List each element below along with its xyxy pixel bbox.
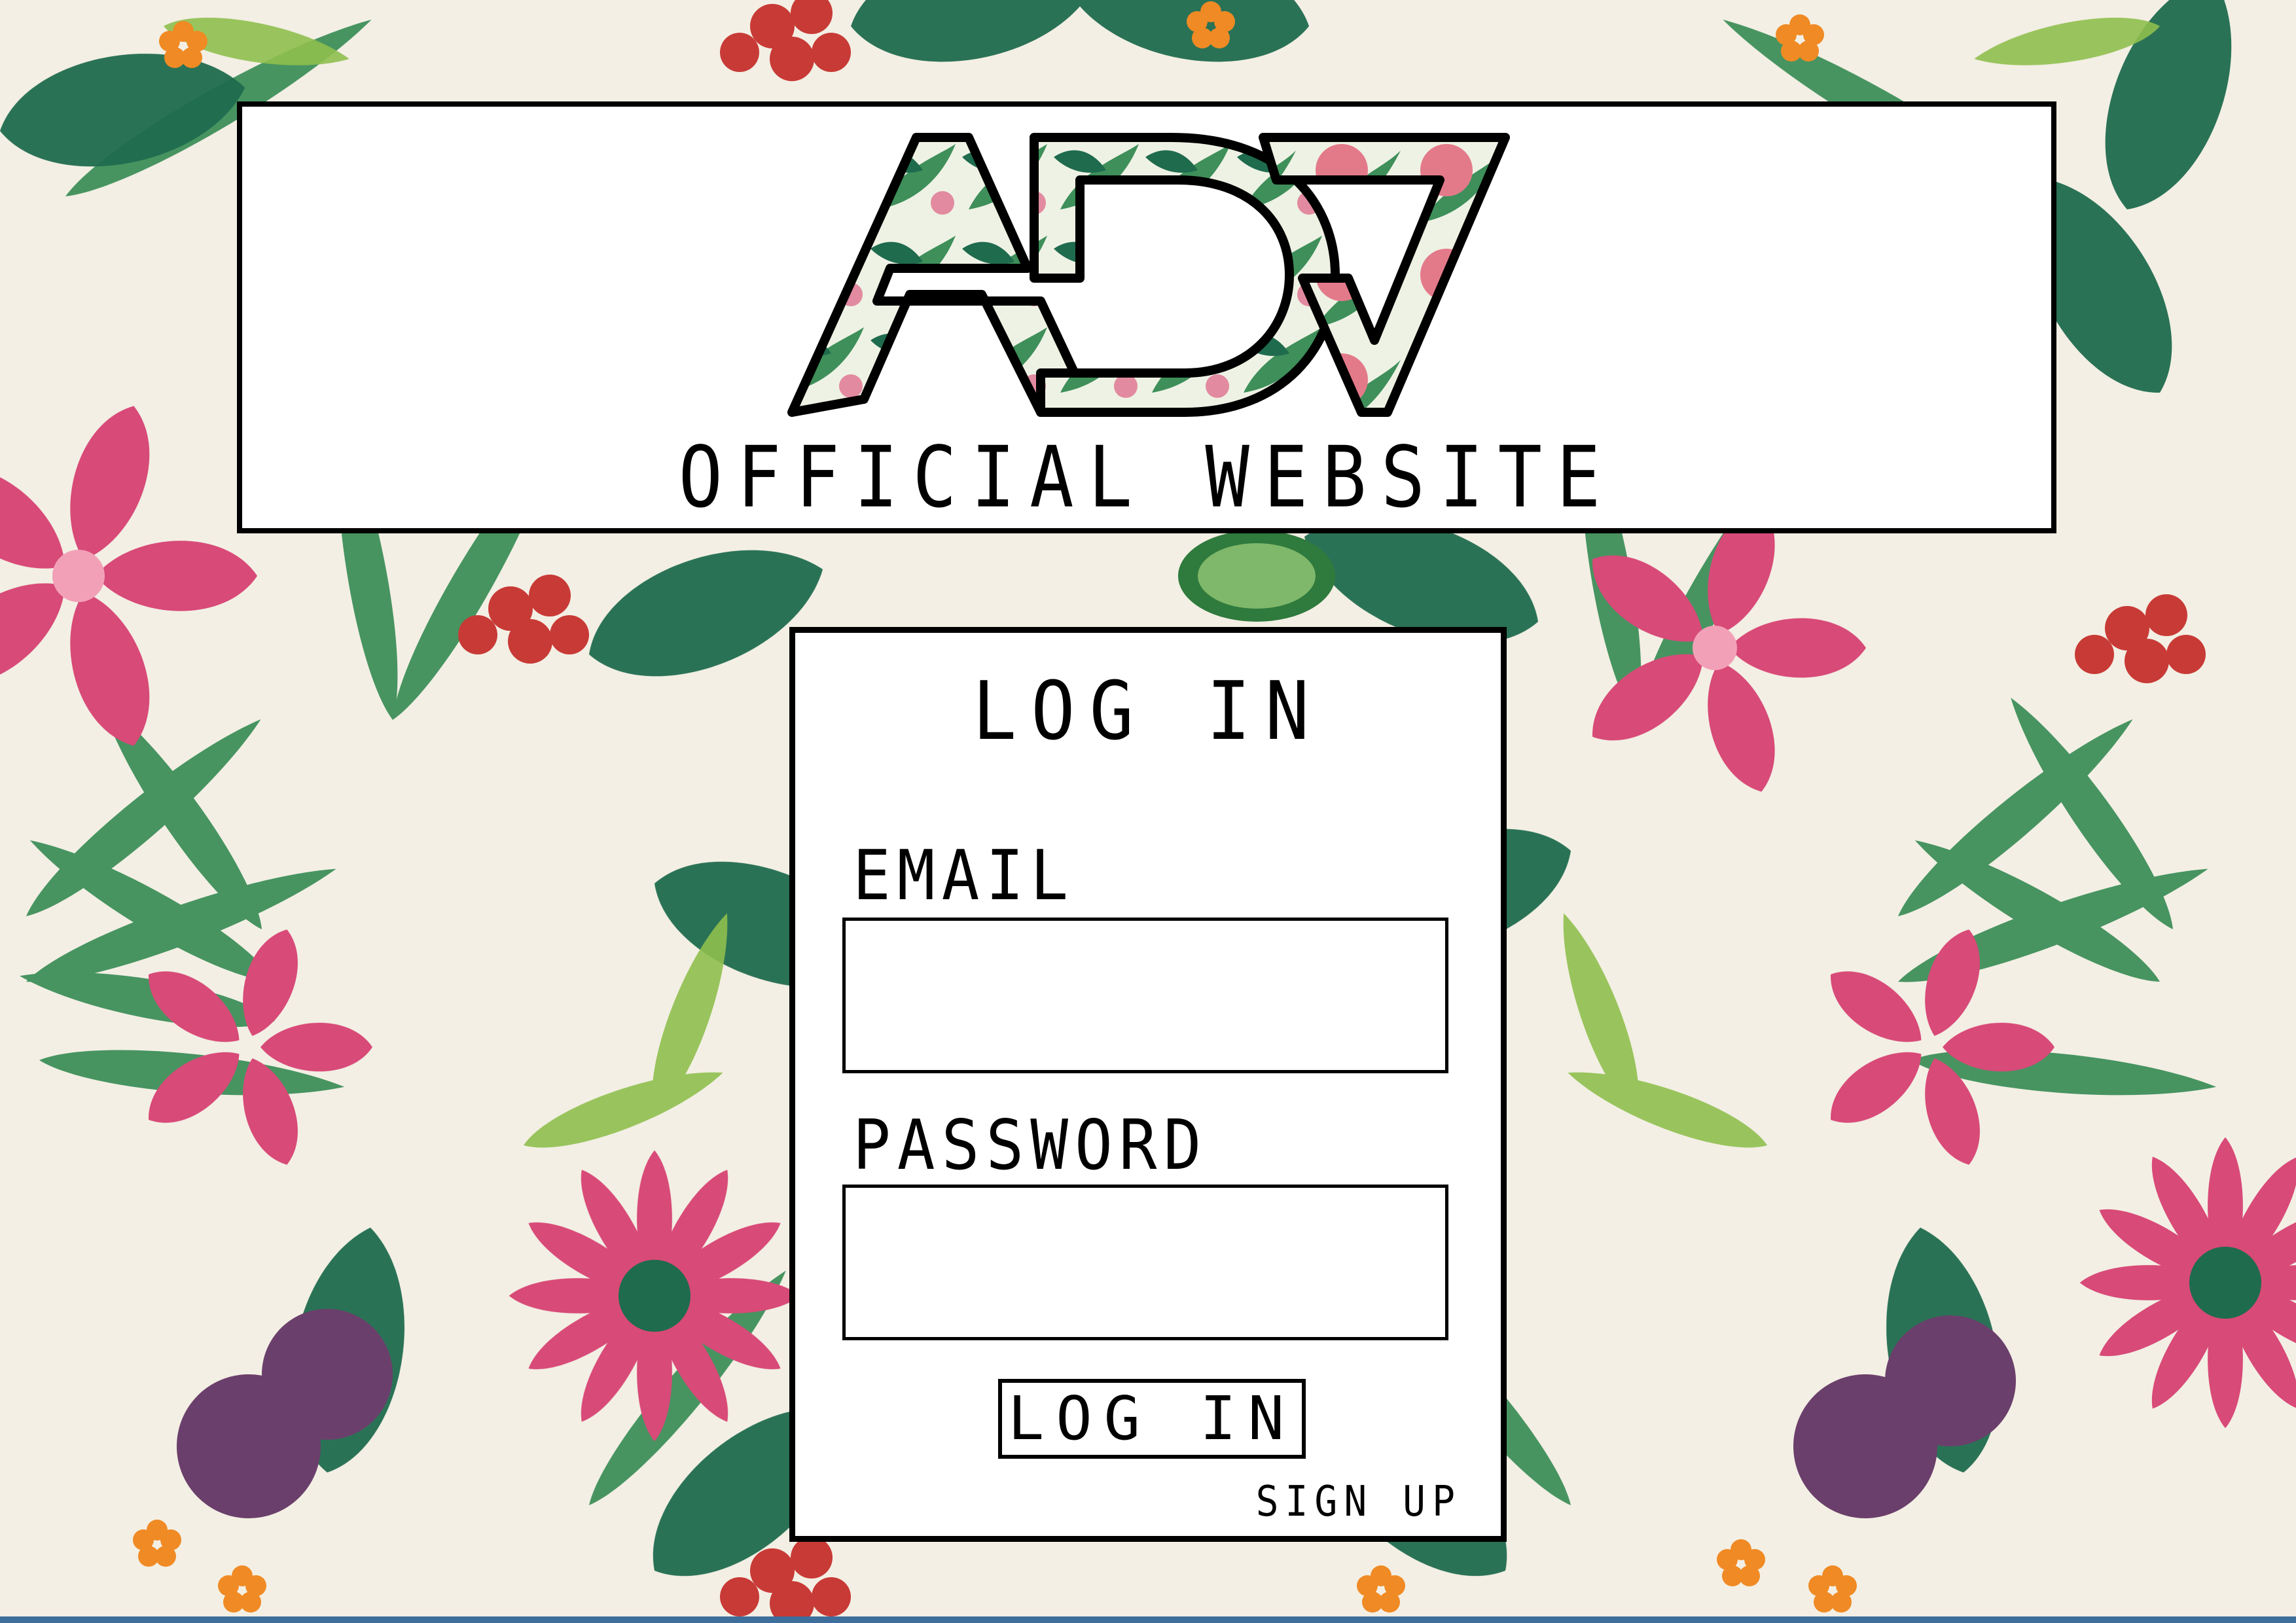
password-label: PASSWORD: [853, 1104, 1208, 1186]
email-label: EMAIL: [853, 834, 1075, 916]
email-input[interactable]: [842, 918, 1448, 1073]
password-input[interactable]: [842, 1185, 1448, 1340]
bottom-strip: [0, 1616, 2296, 1623]
login-title: LOG IN: [972, 664, 1324, 758]
login-card: LOG IN EMAIL PASSWORD LOG IN SIGN UP: [789, 627, 1507, 1542]
sign-up-link[interactable]: SIGN UP: [1256, 1476, 1462, 1527]
adv-logo: [787, 133, 1510, 417]
login-button[interactable]: LOG IN: [998, 1379, 1306, 1459]
site-subtitle: OFFICIAL WEBSITE: [678, 429, 1615, 527]
